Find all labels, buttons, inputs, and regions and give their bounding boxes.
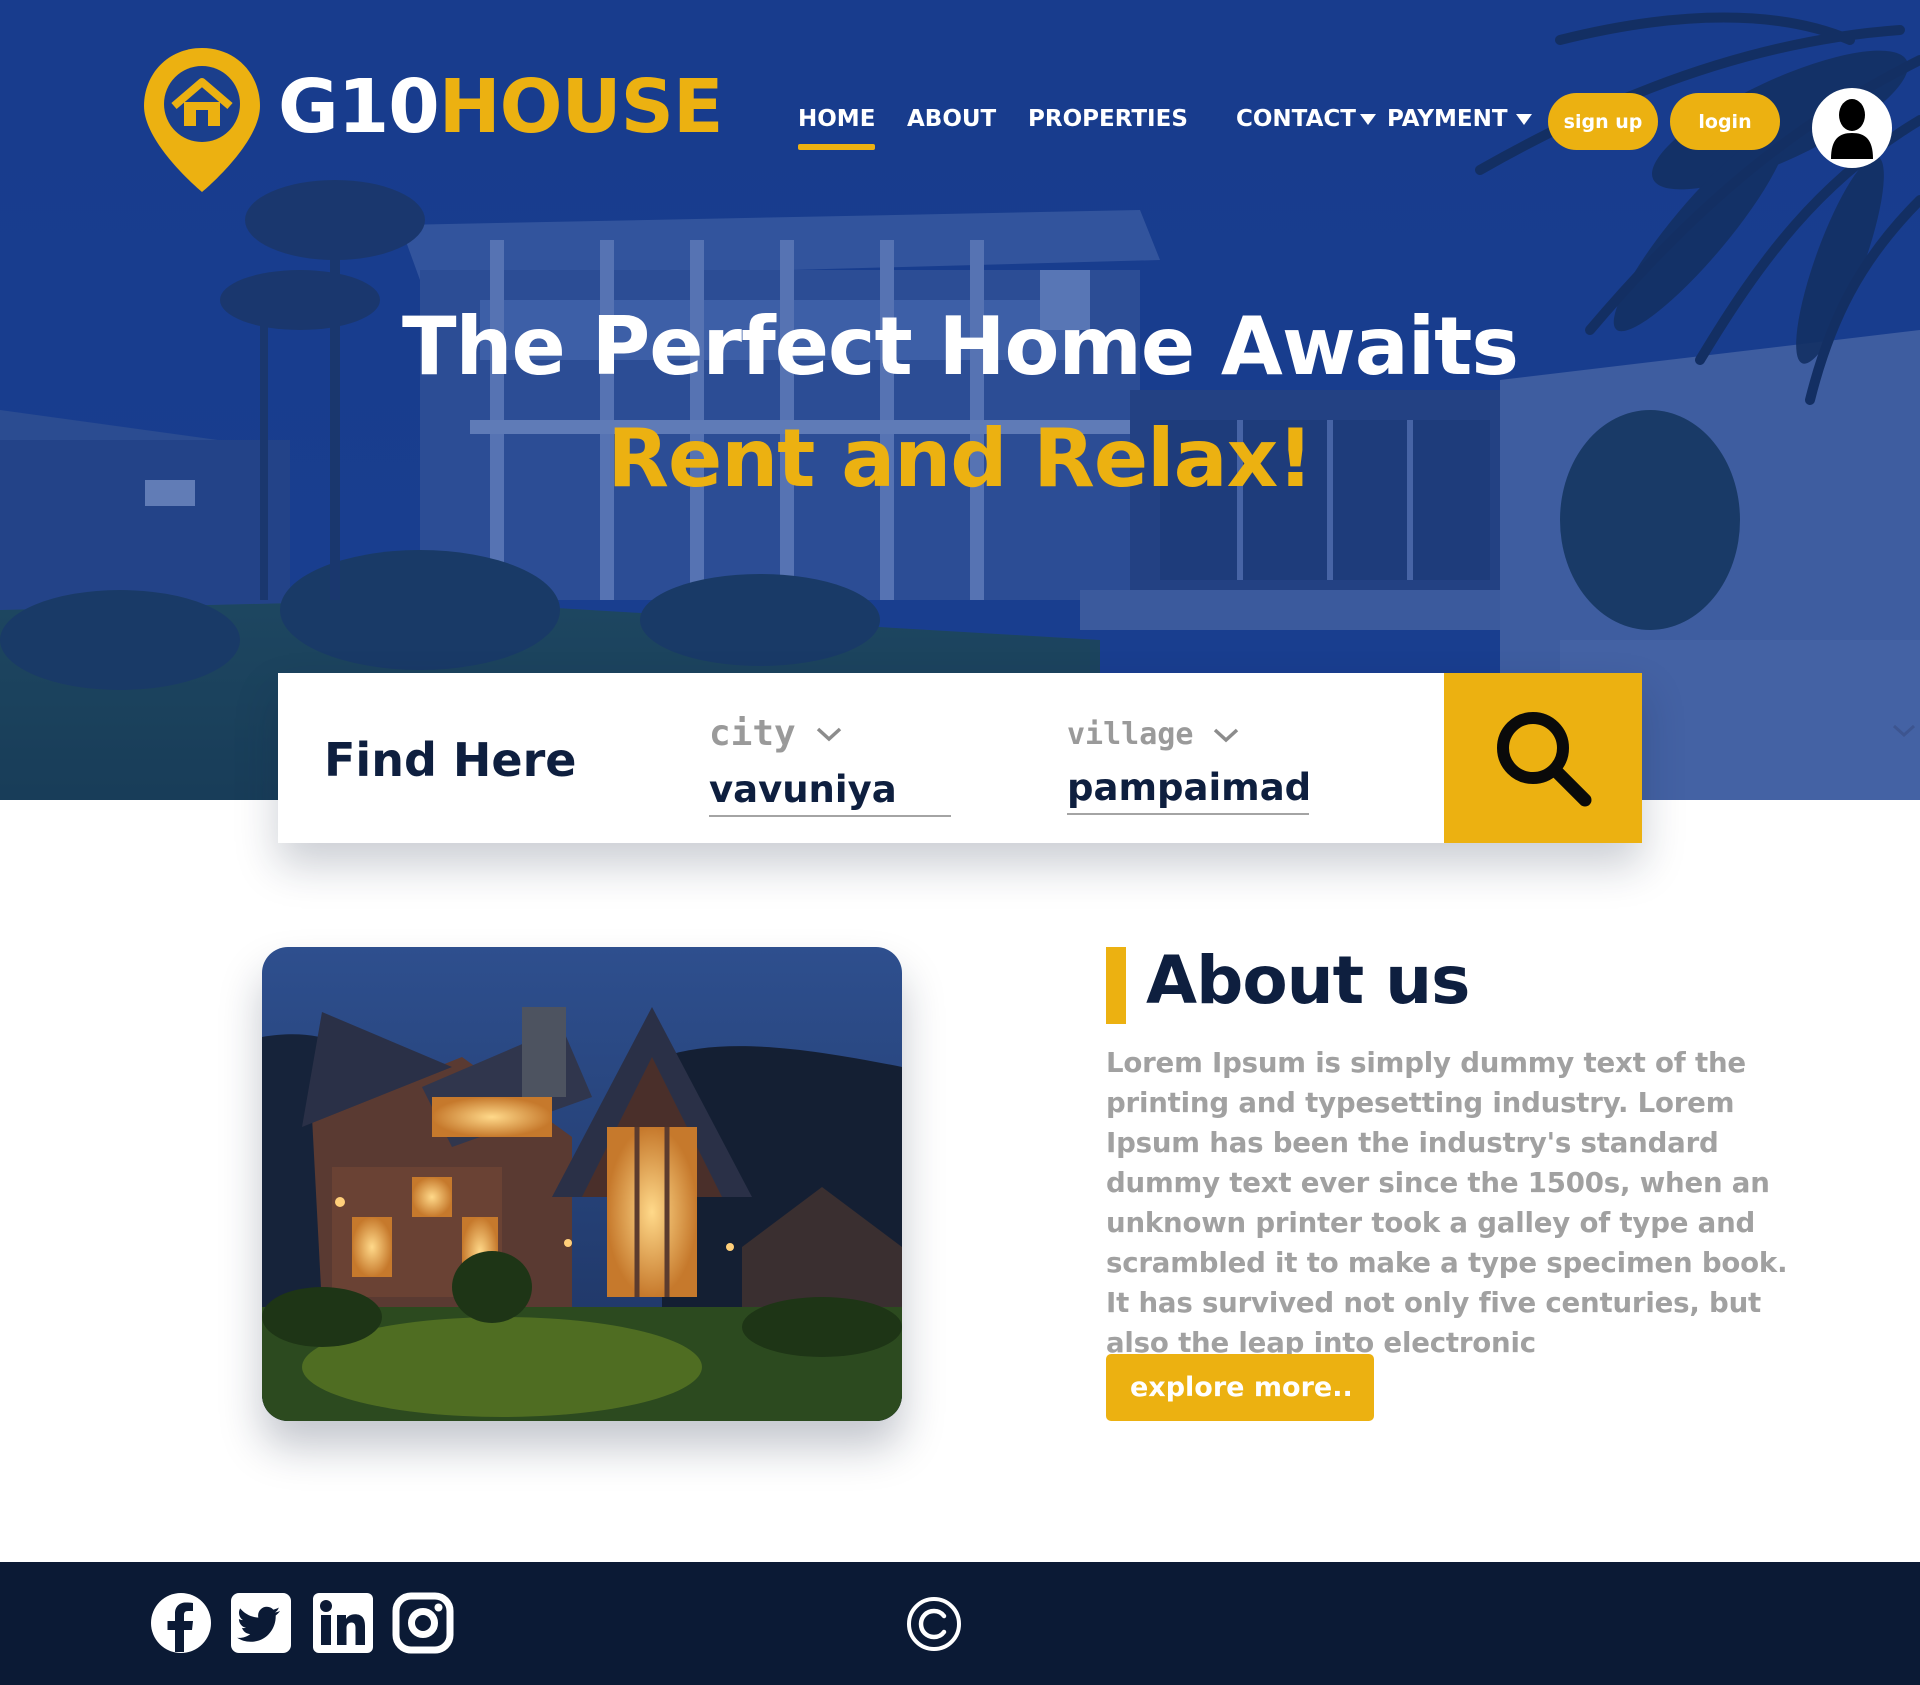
signup-button[interactable]: sign up [1548, 93, 1658, 150]
search-heading: Find Here [324, 733, 577, 787]
search-panel: Find Here city village [278, 673, 1642, 843]
search-icon [1497, 712, 1592, 807]
caret-down-icon [1515, 113, 1532, 125]
house-photo [262, 947, 902, 1421]
nav-contact-label: CONTACT [1236, 106, 1356, 132]
twitter-icon[interactable] [230, 1592, 292, 1654]
instagram-icon[interactable] [392, 1592, 454, 1654]
location-pin-house-icon [144, 48, 260, 192]
linkedin-icon[interactable] [312, 1592, 374, 1654]
village-dropdown[interactable]: village [1067, 717, 1309, 752]
chevron-down-icon[interactable] [1892, 724, 1916, 738]
nav-payment-label: PAYMENT [1387, 106, 1508, 132]
city-label: city [709, 713, 796, 754]
login-button[interactable]: login [1670, 93, 1780, 150]
brand-name-part2: HOUSE [438, 64, 724, 150]
brand-name: G10HOUSE [278, 64, 723, 150]
hero-subtitle: Rent and Relax! [607, 412, 1313, 505]
village-select[interactable]: village [1067, 713, 1309, 815]
chevron-down-icon [1214, 728, 1239, 742]
user-avatar-icon[interactable] [1812, 88, 1892, 168]
city-field[interactable] [709, 768, 951, 817]
village-label: village [1067, 717, 1194, 752]
about-accent-bar [1106, 947, 1126, 1024]
nav-properties[interactable]: PROPERTIES [1028, 106, 1188, 132]
about-house-image [262, 947, 902, 1421]
nav-payment[interactable]: PAYMENT [1387, 106, 1532, 132]
nav-home[interactable]: HOME [798, 106, 876, 150]
nav-contact[interactable]: CONTACT [1236, 106, 1376, 132]
village-field[interactable] [1067, 766, 1309, 815]
about-title: About us [1146, 942, 1470, 1019]
footer [0, 1562, 1920, 1685]
city-select[interactable]: city [709, 713, 951, 817]
explore-more-button[interactable]: explore more.. [1106, 1354, 1374, 1421]
brand-name-part1: G10 [278, 64, 440, 150]
chevron-down-icon [816, 727, 841, 741]
hero-title: The Perfect Home Awaits [401, 300, 1519, 393]
search-button[interactable] [1444, 673, 1642, 843]
about-description: Lorem Ipsum is simply dummy text of the … [1106, 1046, 1788, 1359]
city-dropdown[interactable]: city [709, 713, 951, 754]
nav-about[interactable]: ABOUT [907, 106, 996, 132]
user-silhouette-icon [1831, 99, 1873, 159]
brand-logo[interactable]: G10HOUSE [140, 44, 723, 196]
copyright-icon [907, 1597, 961, 1651]
caret-down-icon [1359, 113, 1376, 125]
facebook-icon[interactable] [150, 1592, 212, 1654]
